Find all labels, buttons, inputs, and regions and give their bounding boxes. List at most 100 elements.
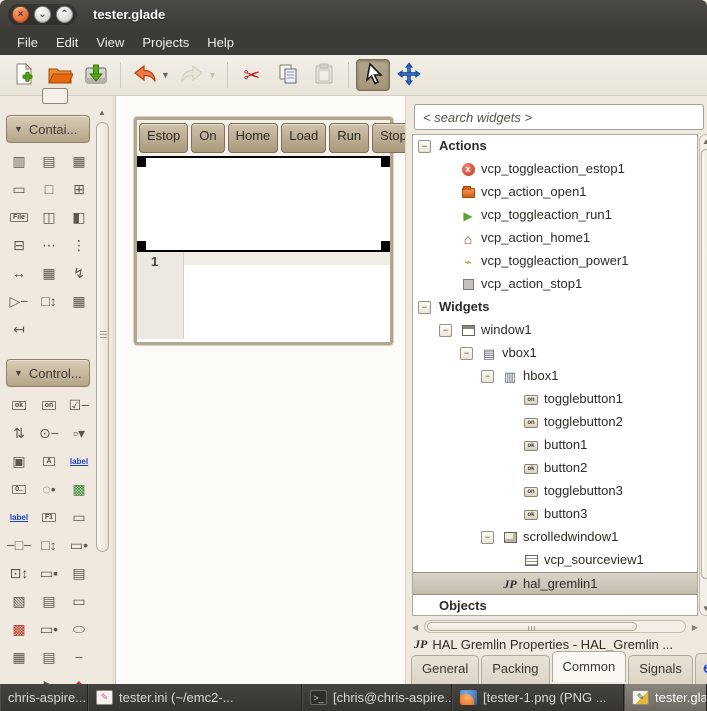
tab-packing[interactable]: Packing <box>481 655 549 684</box>
design-button-home[interactable]: Home <box>228 123 279 153</box>
palette-widget-item[interactable]: ok <box>4 395 34 415</box>
selected-widget-hal-gremlin1[interactable] <box>137 156 390 252</box>
expander-icon[interactable]: − <box>418 140 431 153</box>
select-mode-button[interactable] <box>356 59 390 91</box>
tab-general[interactable]: General <box>411 655 479 684</box>
designed-hbox1[interactable]: EstopOnHomeLoadRunStop <box>137 120 390 156</box>
palette-widget-item[interactable]: ▤ <box>34 591 64 611</box>
undo-button[interactable] <box>128 59 162 91</box>
palette-widget-item[interactable]: A <box>34 451 64 471</box>
selection-handle[interactable] <box>381 241 390 250</box>
accessibility-icon[interactable] <box>695 653 707 684</box>
palette-widget-item[interactable]: ▭ <box>64 591 94 611</box>
tree-row-widgets[interactable]: −Widgets <box>413 296 697 319</box>
minimize-button[interactable]: ⌄ <box>34 6 51 23</box>
palette-widget-item[interactable]: F1 <box>34 507 64 527</box>
redo-button-dropdown[interactable]: ▼ <box>208 70 217 80</box>
palette-widget-item[interactable]: ▭ <box>64 507 94 527</box>
palette-widget-item[interactable]: ▦ <box>4 647 34 667</box>
palette-scrollbar-thumb[interactable] <box>96 122 109 552</box>
palette-widget-item[interactable]: ▷− <box>4 291 34 311</box>
open-project-button[interactable] <box>43 59 77 91</box>
tree-row-togglebutton1[interactable]: ontogglebutton1 <box>413 388 697 411</box>
taskbar-item-3[interactable]: >_[chris@chris-aspire... <box>302 684 452 711</box>
palette-widget-item[interactable]: ◌• <box>34 479 64 499</box>
palette-widget-item[interactable]: − <box>64 647 94 667</box>
tree-scrollbar-thumb[interactable] <box>701 149 707 579</box>
palette-widget-item[interactable]: ⇅ <box>4 423 34 443</box>
palette-widget-item[interactable]: ▭• <box>34 619 64 639</box>
tree-row-vcp_action_stop1[interactable]: vcp_action_stop1 <box>413 273 697 296</box>
design-button-load[interactable]: Load <box>281 123 326 153</box>
expander-icon[interactable]: − <box>439 324 452 337</box>
palette-widget-item[interactable]: ↯ <box>64 263 94 283</box>
taskbar-item-2[interactable]: ✎tester.ini (~/emc2-... <box>88 684 302 711</box>
palette-widget-item[interactable]: ◫ <box>34 207 64 227</box>
palette-widget-item[interactable]: ↔ <box>4 263 34 283</box>
close-button[interactable]: × <box>12 6 29 23</box>
scroll-right-icon[interactable]: ▶ <box>692 623 698 632</box>
palette-widget-item[interactable]: □ <box>34 179 64 199</box>
tab-signals[interactable]: Signals <box>628 655 693 684</box>
copy-button[interactable] <box>271 59 305 91</box>
designed-sourceview[interactable]: 1 <box>137 252 390 339</box>
selection-handle[interactable] <box>381 158 390 167</box>
tree-row-hbox1[interactable]: −▥hbox1 <box>413 365 697 388</box>
palette-widget-item[interactable]: ▭ <box>4 179 34 199</box>
palette-widget-item[interactable]: ▭▪ <box>34 563 64 583</box>
palette-widget-item[interactable]: ▥ <box>4 151 34 171</box>
palette-widget-item[interactable]: ▦ <box>34 263 64 283</box>
palette-widget-item[interactable]: ▩ <box>64 479 94 499</box>
design-button-run[interactable]: Run <box>329 123 369 153</box>
palette-widget-item[interactable]: ▩ <box>4 619 34 639</box>
sourceview-text-area[interactable] <box>184 252 390 339</box>
design-workspace[interactable]: EstopOnHomeLoadRunStop 1 <box>115 96 405 684</box>
palette-widget-item[interactable]: ▦ <box>64 291 94 311</box>
palette-widget-item[interactable]: −□− <box>4 535 34 555</box>
palette-widget-item[interactable]: label <box>64 451 94 471</box>
new-project-button[interactable] <box>7 59 41 91</box>
palette-widget-item[interactable]: ⊙− <box>34 423 64 443</box>
designed-window1[interactable]: EstopOnHomeLoadRunStop 1 <box>134 117 393 345</box>
tree-row-window1[interactable]: −window1 <box>413 319 697 342</box>
titlebar[interactable]: × ⌄ ⌃ tester.glade <box>0 0 707 29</box>
paste-button[interactable] <box>307 59 341 91</box>
palette-partial-icon[interactable] <box>42 88 68 104</box>
palette-widget-item[interactable]: ↤ <box>4 319 34 339</box>
menu-help[interactable]: Help <box>198 31 243 54</box>
redo-button[interactable] <box>175 59 209 91</box>
palette-widget-item[interactable]: ⋮ <box>64 235 94 255</box>
design-button-estop[interactable]: Estop <box>139 123 188 153</box>
palette-widget-item[interactable]: File <box>4 207 34 227</box>
expander-icon[interactable]: − <box>481 531 494 544</box>
tree-row-button3[interactable]: okbutton3 <box>413 503 697 526</box>
palette-widget-item[interactable]: ◧ <box>64 207 94 227</box>
tree-row-vcp_toggleaction_estop1[interactable]: xvcp_toggleaction_estop1 <box>413 158 697 181</box>
menu-view[interactable]: View <box>87 31 133 54</box>
tree-row-togglebutton2[interactable]: ontogglebutton2 <box>413 411 697 434</box>
selection-handle[interactable] <box>137 241 146 250</box>
expander-icon[interactable]: − <box>460 347 473 360</box>
tree-hscrollbar-thumb[interactable] <box>427 622 637 631</box>
widget-tree[interactable]: −Actionsxvcp_toggleaction_estop1vcp_acti… <box>412 134 698 616</box>
tree-row-togglebutton3[interactable]: ontogglebutton3 <box>413 480 697 503</box>
palette-widget-item[interactable]: ▦ <box>64 151 94 171</box>
palette-widget-item[interactable]: ☑− <box>64 395 94 415</box>
tree-vertical-scrollbar[interactable]: ▲ ▼ <box>699 134 707 616</box>
tab-common[interactable]: Common <box>552 651 627 682</box>
palette-widget-item[interactable]: ▤ <box>34 151 64 171</box>
palette-widget-item[interactable]: ▫▾ <box>64 423 94 443</box>
tree-row-vcp_action_open1[interactable]: vcp_action_open1 <box>413 181 697 204</box>
selection-handle[interactable] <box>137 158 146 167</box>
tree-row-vcp_toggleaction_power1[interactable]: ⌁vcp_toggleaction_power1 <box>413 250 697 273</box>
palette-scrollbar[interactable]: ▲ <box>96 106 110 672</box>
palette-section-containers[interactable]: ▼Contai... <box>6 115 90 143</box>
undo-button-dropdown[interactable]: ▼ <box>161 70 170 80</box>
palette-widget-item[interactable]: ⬭ <box>64 619 94 639</box>
palette-widget-item[interactable]: 0.. <box>4 479 34 499</box>
scroll-up-icon[interactable]: ▲ <box>702 137 707 146</box>
tree-row-objects[interactable]: Objects <box>413 595 697 616</box>
palette-widget-item[interactable]: on <box>34 395 64 415</box>
taskbar-item-4[interactable]: [tester-1.png (PNG ... <box>452 684 624 711</box>
tree-row-vcp_action_home1[interactable]: ⌂vcp_action_home1 <box>413 227 697 250</box>
